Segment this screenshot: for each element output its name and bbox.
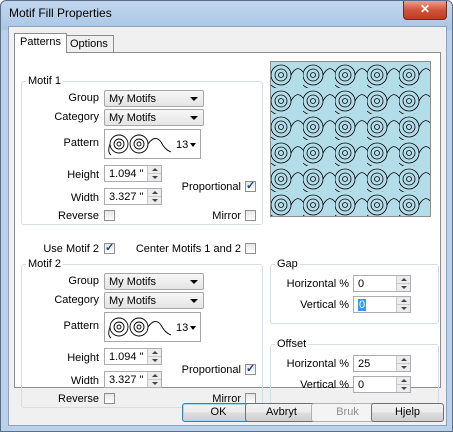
spin-up-icon[interactable] <box>397 377 410 385</box>
dialog-client: Patterns Options Motif 1 Group My Motifs… <box>8 26 447 426</box>
spin-up-icon[interactable] <box>148 166 161 174</box>
gap-legend: Gap <box>277 258 298 270</box>
motif2-pattern-select[interactable]: 13 <box>104 312 201 342</box>
dialog-window: Motif Fill Properties ✕ Patterns Options… <box>0 0 453 432</box>
motif1-mirror-label: Mirror <box>212 210 241 222</box>
offset-vertical-spinner[interactable]: 0 <box>353 376 411 393</box>
motif1-pattern-number: 13 <box>176 139 189 151</box>
motif1-reverse-label: Reverse <box>58 210 99 222</box>
gap-vertical-spinner[interactable]: 0 <box>353 296 411 313</box>
motif2-category-select[interactable]: My Motifs <box>104 292 204 309</box>
motif1-width-label: Width <box>70 192 99 204</box>
motif2-height-label: Height <box>67 352 99 364</box>
gap-horizontal-spinner[interactable]: 0 <box>353 275 411 292</box>
patterns-panel: Motif 1 Group My Motifs Category My Moti… <box>14 52 441 408</box>
gap-horizontal-label: Horizontal % <box>286 278 349 290</box>
help-button[interactable]: Hjelp <box>371 403 444 422</box>
gap-vertical-label: Vertical % <box>300 299 349 311</box>
pattern-preview <box>270 61 431 217</box>
use-motif2-checkbox[interactable] <box>104 241 115 254</box>
motif1-width-value: 3.327 " <box>109 191 144 203</box>
chevron-down-icon <box>190 280 198 284</box>
spin-up-icon[interactable] <box>397 276 410 284</box>
offset-horizontal-value: 25 <box>358 358 371 370</box>
motif2-group-select[interactable]: My Motifs <box>104 273 204 290</box>
tab-patterns[interactable]: Patterns <box>14 33 67 53</box>
center-motifs-checkbox[interactable] <box>245 243 256 254</box>
motif1-legend: Motif 1 <box>28 75 62 87</box>
motif1-group-select[interactable]: My Motifs <box>104 90 204 107</box>
motif1-pattern-label: Pattern <box>63 137 99 149</box>
motif1-group-label: Group <box>68 92 99 104</box>
spin-up-icon[interactable] <box>397 356 410 364</box>
chevron-down-icon <box>190 116 198 120</box>
motif1-category-value: My Motifs <box>109 112 157 124</box>
motif2-pattern-label: Pattern <box>63 320 99 332</box>
spin-down-icon[interactable] <box>148 380 161 387</box>
motif2-category-value: My Motifs <box>109 295 157 307</box>
motif2-proportional-checkbox[interactable] <box>245 362 256 375</box>
motif2-category-label: Category <box>54 294 99 306</box>
chevron-down-icon <box>190 143 196 147</box>
motif-pattern-icon <box>108 317 172 339</box>
chevron-down-icon <box>190 97 198 101</box>
spin-up-icon[interactable] <box>148 372 161 380</box>
spin-up-icon[interactable] <box>397 297 410 305</box>
motif2-legend: Motif 2 <box>28 258 62 270</box>
spin-down-icon[interactable] <box>397 305 410 312</box>
motif2-height-value: 1.094 " <box>109 351 144 363</box>
offset-horizontal-label: Horizontal % <box>286 358 349 370</box>
motif2-width-label: Width <box>70 375 99 387</box>
motif1-pattern-select[interactable]: 13 <box>104 129 201 159</box>
motif2-group-label: Group <box>68 275 99 287</box>
offset-vertical-value: 0 <box>358 379 365 391</box>
motif1-category-select[interactable]: My Motifs <box>104 109 204 126</box>
close-button[interactable]: ✕ <box>403 1 447 20</box>
spin-up-icon[interactable] <box>148 349 161 357</box>
motif1-group-value: My Motifs <box>109 93 157 105</box>
motif2-reverse-label: Reverse <box>58 393 99 405</box>
spin-down-icon[interactable] <box>148 197 161 204</box>
gap-horizontal-value: 0 <box>358 278 365 290</box>
motif1-width-spinner[interactable]: 3.327 " <box>104 188 162 205</box>
motif1-height-value: 1.094 " <box>109 168 144 180</box>
window-title: Motif Fill Properties <box>9 6 112 20</box>
offset-vertical-label: Vertical % <box>300 379 349 391</box>
chevron-down-icon <box>190 299 198 303</box>
pattern-preview-image <box>271 62 430 216</box>
title-bar[interactable]: Motif Fill Properties ✕ <box>1 1 452 25</box>
motif2-width-spinner[interactable]: 3.327 " <box>104 371 162 388</box>
motif2-reverse-checkbox[interactable] <box>104 393 115 404</box>
spin-down-icon[interactable] <box>148 357 161 364</box>
motif1-height-spinner[interactable]: 1.094 " <box>104 165 162 182</box>
motif2-width-value: 3.327 " <box>109 374 144 386</box>
motif1-category-label: Category <box>54 111 99 123</box>
gap-vertical-value: 0 <box>358 299 367 311</box>
cancel-button[interactable]: Avbryt <box>245 403 318 422</box>
use-motif2-label: Use Motif 2 <box>43 243 99 255</box>
motif1-mirror-checkbox[interactable] <box>245 210 256 221</box>
offset-horizontal-spinner[interactable]: 25 <box>353 355 411 372</box>
spin-down-icon[interactable] <box>397 364 410 371</box>
spin-down-icon[interactable] <box>397 385 410 392</box>
offset-legend: Offset <box>277 338 307 350</box>
motif2-proportional-label: Proportional <box>181 364 241 376</box>
motif1-proportional-checkbox[interactable] <box>245 179 256 192</box>
motif2-pattern-number: 13 <box>176 322 189 334</box>
motif2-height-spinner[interactable]: 1.094 " <box>104 348 162 365</box>
center-motifs-label: Center Motifs 1 and 2 <box>135 243 241 255</box>
chevron-down-icon <box>190 326 196 330</box>
spin-down-icon[interactable] <box>397 284 410 291</box>
motif-pattern-icon <box>108 134 172 156</box>
spin-down-icon[interactable] <box>148 174 161 181</box>
spin-up-icon[interactable] <box>148 189 161 197</box>
tab-options[interactable]: Options <box>64 35 114 52</box>
motif1-proportional-label: Proportional <box>181 181 241 193</box>
motif1-reverse-checkbox[interactable] <box>104 210 115 221</box>
motif1-height-label: Height <box>67 169 99 181</box>
motif2-group-value: My Motifs <box>109 276 157 288</box>
